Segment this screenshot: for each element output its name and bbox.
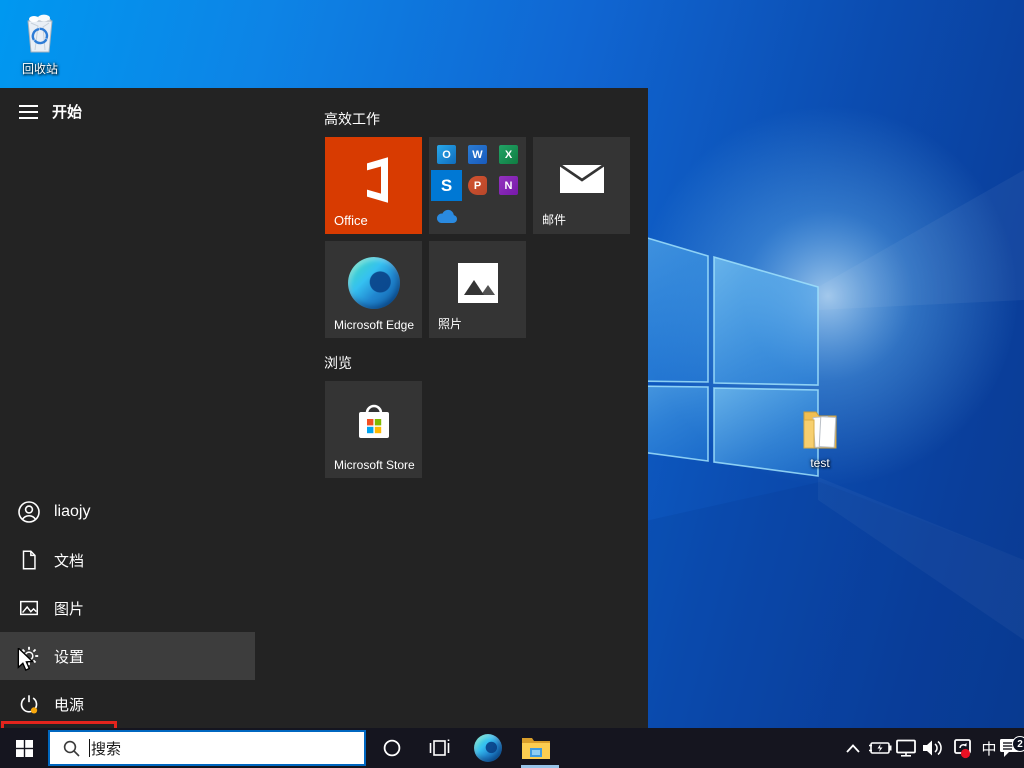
word-icon: W	[468, 145, 487, 164]
tile-mail-label: 邮件	[542, 213, 567, 227]
office-icon	[366, 156, 388, 203]
windows-desktop: 回收站 test 开始 高效工作 Office O W X S P N 邮件 M…	[0, 0, 1024, 768]
mail-icon	[558, 163, 605, 193]
power-icon	[17, 692, 41, 716]
tile-photos-label: 照片	[438, 317, 463, 331]
tile-edge-label: Microsoft Edge	[334, 318, 415, 332]
tile-microsoft-edge[interactable]: Microsoft Edge	[325, 241, 422, 338]
tile-store-label: Microsoft Store	[334, 458, 415, 472]
user-icon	[17, 500, 41, 524]
tile-photos[interactable]: 照片	[429, 241, 526, 338]
hamburger-menu-button[interactable]	[10, 96, 46, 128]
tray-update-status-button[interactable]	[948, 728, 978, 768]
hamburger-icon	[18, 105, 38, 119]
file-explorer-icon	[522, 738, 550, 759]
recycle-bin-icon	[27, 14, 53, 53]
desktop-icon-recycle-bin[interactable]: 回收站	[5, 8, 75, 77]
taskbar-edge-button[interactable]	[464, 728, 512, 768]
task-view-icon	[429, 739, 450, 756]
windows-logo-icon	[15, 739, 33, 757]
network-icon	[896, 739, 916, 757]
speaker-icon	[923, 740, 942, 756]
desktop-icon-test-folder[interactable]: test	[785, 404, 855, 470]
recycle-bin-label: 回收站	[21, 62, 58, 76]
action-center-button[interactable]: 2	[996, 728, 1024, 768]
tray-volume-button[interactable]	[918, 728, 948, 768]
tile-group-title-productivity: 高效工作	[324, 111, 380, 127]
documents-label: 文档	[54, 552, 85, 570]
tile-microsoft-store[interactable]: Microsoft Store	[325, 381, 422, 478]
battery-charging-icon	[869, 742, 892, 754]
search-icon	[63, 740, 80, 757]
text-caret	[89, 739, 90, 757]
excel-icon: X	[499, 145, 518, 164]
sidebar-item-documents[interactable]: 文档	[0, 536, 255, 584]
tile-group-title-browse: 浏览	[324, 355, 352, 371]
pictures-label: 图片	[54, 600, 85, 618]
sidebar-item-pictures[interactable]: 图片	[0, 584, 255, 632]
test-folder-label: test	[810, 456, 830, 470]
power-label: 电源	[54, 696, 85, 714]
onenote-icon: N	[499, 176, 518, 195]
tile-office[interactable]: Office	[325, 137, 422, 234]
edge-icon	[474, 734, 502, 762]
tile-office-label: Office	[334, 213, 368, 228]
powerpoint-icon: P	[468, 176, 487, 195]
sidebar-item-power[interactable]: 电源	[0, 680, 255, 728]
document-icon	[17, 548, 41, 572]
notification-count-badge: 2	[1012, 736, 1024, 752]
start-menu: 开始 高效工作 Office O W X S P N 邮件 Microsoft …	[0, 88, 648, 760]
start-menu-header: 开始	[0, 88, 255, 136]
office-suite-grid: O W X S P N	[431, 139, 524, 232]
tray-network-button[interactable]	[892, 728, 920, 768]
start-button[interactable]	[0, 728, 48, 768]
folder-icon	[803, 411, 837, 449]
search-placeholder-text: 搜索	[91, 740, 122, 758]
sidebar-item-settings[interactable]: 设置	[0, 632, 255, 680]
settings-label: 设置	[54, 648, 85, 666]
tile-mail[interactable]: 邮件	[533, 137, 630, 234]
start-menu-title: 开始	[52, 104, 83, 121]
pictures-icon	[17, 596, 41, 620]
edge-icon	[347, 256, 400, 309]
skype-icon: S	[431, 170, 462, 201]
outlook-icon: O	[437, 145, 456, 164]
gear-icon	[17, 644, 41, 668]
tray-hidden-icons-button[interactable]	[838, 728, 868, 768]
task-view-button[interactable]	[416, 728, 464, 768]
chevron-up-icon	[846, 743, 860, 753]
ime-indicator-label: 中	[981, 740, 997, 758]
cortana-icon	[383, 739, 401, 757]
microsoft-store-icon	[358, 404, 389, 438]
tray-battery-button[interactable]	[866, 728, 894, 768]
taskbar-file-explorer-button[interactable]	[512, 728, 560, 768]
photos-icon	[457, 262, 498, 303]
taskbar: 搜索 中 2	[0, 728, 1024, 768]
user-label: liaojy	[54, 503, 91, 520]
cortana-button[interactable]	[368, 728, 416, 768]
sidebar-item-user[interactable]: liaojy	[0, 488, 255, 536]
tile-office-suite-folder[interactable]: O W X S P N	[429, 137, 526, 234]
update-alert-icon	[954, 739, 971, 759]
onedrive-icon	[436, 209, 457, 223]
taskbar-search-input[interactable]: 搜索	[48, 730, 366, 766]
